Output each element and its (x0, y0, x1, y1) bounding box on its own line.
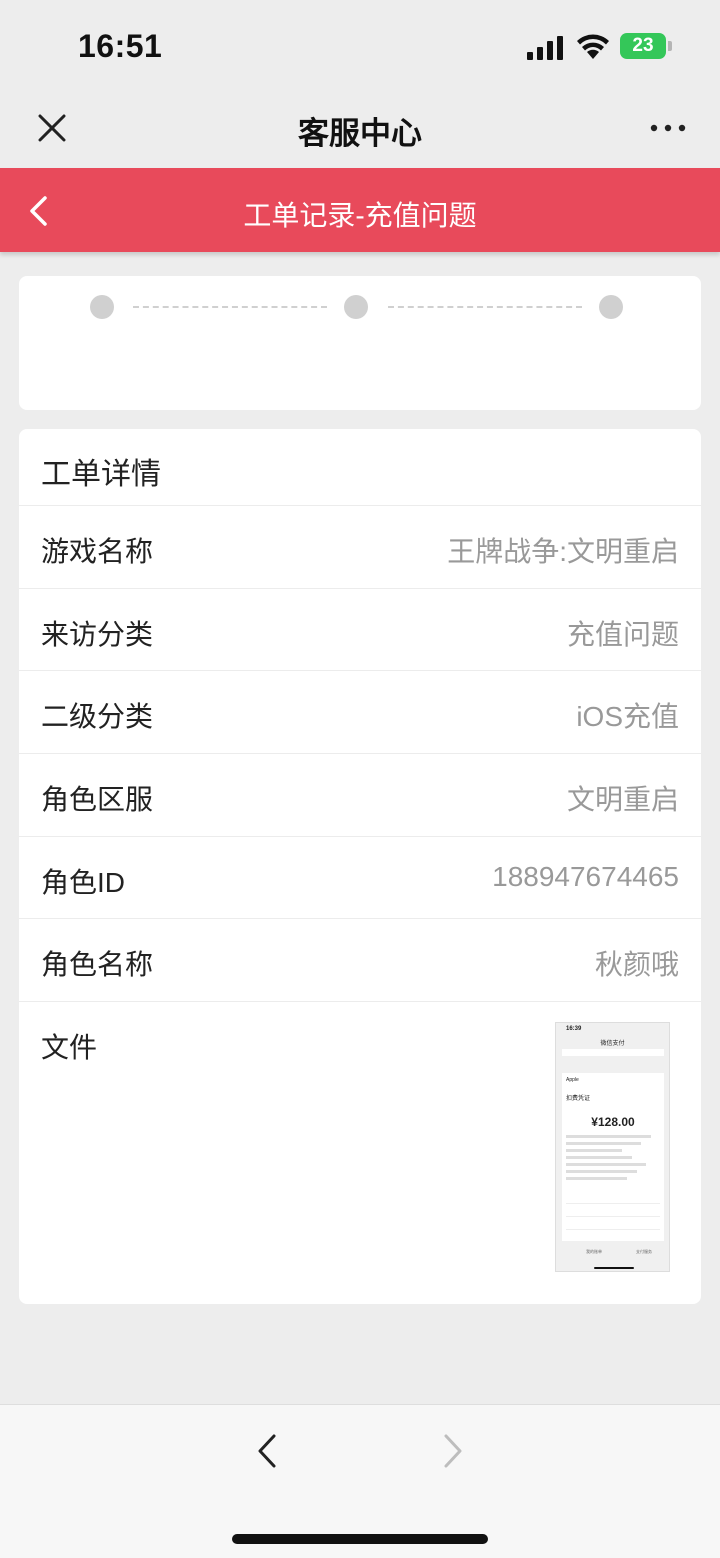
row-label: 二级分类 (41, 701, 154, 732)
thumbnail-header: 微信支付 (600, 1041, 625, 1047)
row-value: 秋颜哦 (594, 949, 679, 980)
home-indicator (232, 1534, 488, 1544)
detail-row-role-id: 角色ID 188947674465 (19, 836, 701, 919)
chevron-right-icon[interactable] (438, 1433, 468, 1469)
ticket-detail-card: 工单详情 游戏名称 王牌战争:文明重启 来访分类 充值问题 二级分类 iOS充值… (19, 429, 701, 1304)
ticket-header: 工单记录-充值问题 (0, 168, 720, 252)
detail-row-role-name: 角色名称 秋颜哦 (19, 918, 701, 1001)
thumbnail-foot-left: 我的账单 (586, 1249, 602, 1254)
detail-row-game-name: 游戏名称 王牌战争:文明重启 (19, 505, 701, 588)
detail-row-file: 文件 16:39 微信支付 Apple 扣费凭证 ¥128.00 我的账单 支付… (19, 1001, 701, 1304)
row-value: 188947674465 (492, 861, 679, 892)
progress-step-3 (599, 295, 623, 319)
progress-card (19, 276, 701, 410)
detail-row-visit-category: 来访分类 充值问题 (19, 588, 701, 671)
more-icon[interactable] (648, 118, 688, 138)
row-value: 王牌战争:文明重启 (447, 536, 679, 567)
status-bar: 16:51 23 (0, 0, 720, 90)
thumbnail-amount: ¥128.00 (591, 1115, 635, 1129)
thumbnail-merchant: Apple (566, 1077, 579, 1083)
thumbnail-receipt: Apple 扣费凭证 ¥128.00 (562, 1073, 664, 1241)
row-label: 来访分类 (41, 619, 154, 650)
nav-bar: 客服中心 (0, 90, 720, 168)
progress-step-2 (344, 295, 368, 319)
row-value: iOS充值 (576, 701, 679, 732)
detail-title: 工单详情 (41, 458, 161, 491)
detail-row-subcategory: 二级分类 iOS充值 (19, 670, 701, 753)
detail-row-server: 角色区服 文明重启 (19, 753, 701, 836)
thumbnail-receipt-label: 扣费凭证 (566, 1096, 591, 1102)
row-label: 角色名称 (41, 949, 154, 980)
row-value: 充值问题 (566, 619, 679, 650)
row-label: 角色区服 (41, 784, 154, 815)
page-title: 客服中心 (298, 116, 422, 151)
battery-icon: 23 (620, 33, 672, 59)
progress-line-1 (133, 306, 327, 308)
signal-icon (527, 36, 563, 60)
bottom-toolbar (0, 1404, 720, 1558)
file-label: 文件 (41, 1032, 98, 1063)
row-label: 游戏名称 (41, 536, 154, 567)
status-time: 16:51 (78, 28, 163, 64)
progress-line-2 (388, 306, 582, 308)
file-thumbnail[interactable]: 16:39 微信支付 Apple 扣费凭证 ¥128.00 我的账单 支付服务 (555, 1022, 670, 1272)
thumbnail-foot-right: 支付服务 (636, 1249, 652, 1254)
thumbnail-time: 16:39 (566, 1026, 582, 1032)
row-label: 角色ID (41, 867, 126, 898)
wifi-icon (577, 34, 609, 59)
ticket-header-title: 工单记录-充值问题 (243, 200, 477, 231)
row-value: 文明重启 (566, 784, 679, 815)
battery-level: 23 (620, 33, 666, 59)
chevron-left-icon[interactable] (252, 1433, 282, 1469)
progress-step-1 (90, 295, 114, 319)
